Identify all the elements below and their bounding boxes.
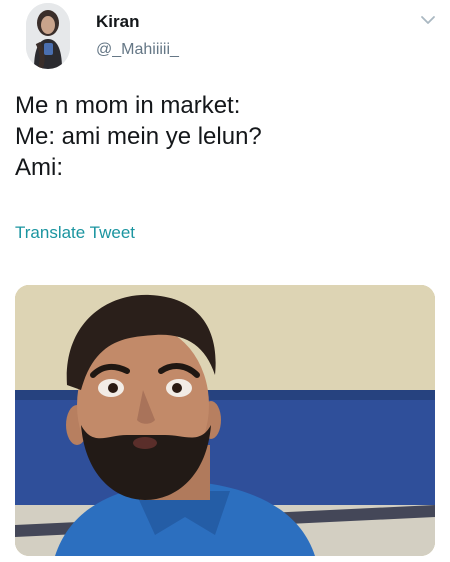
tweet-media-image[interactable] — [15, 285, 435, 556]
translate-tweet-link[interactable]: Translate Tweet — [15, 222, 135, 244]
chevron-down-icon[interactable] — [418, 10, 438, 30]
tweet-line: Me n mom in market: — [15, 92, 241, 119]
tweet-line: Ami: — [15, 154, 63, 181]
display-name[interactable]: Kiran — [96, 12, 139, 32]
user-handle[interactable]: @_Mahiiiii_ — [96, 40, 179, 60]
tweet-text: Me n mom in market: Me: ami mein ye lelu… — [15, 90, 435, 183]
avatar-image — [26, 3, 70, 69]
tweet-line: Me: ami mein ye lelun? — [15, 123, 262, 150]
tweet-card[interactable]: Kiran @_Mahiiiii_ Me n mom in market: Me… — [0, 0, 450, 562]
avatar[interactable] — [26, 3, 70, 69]
media-photo — [15, 285, 435, 556]
